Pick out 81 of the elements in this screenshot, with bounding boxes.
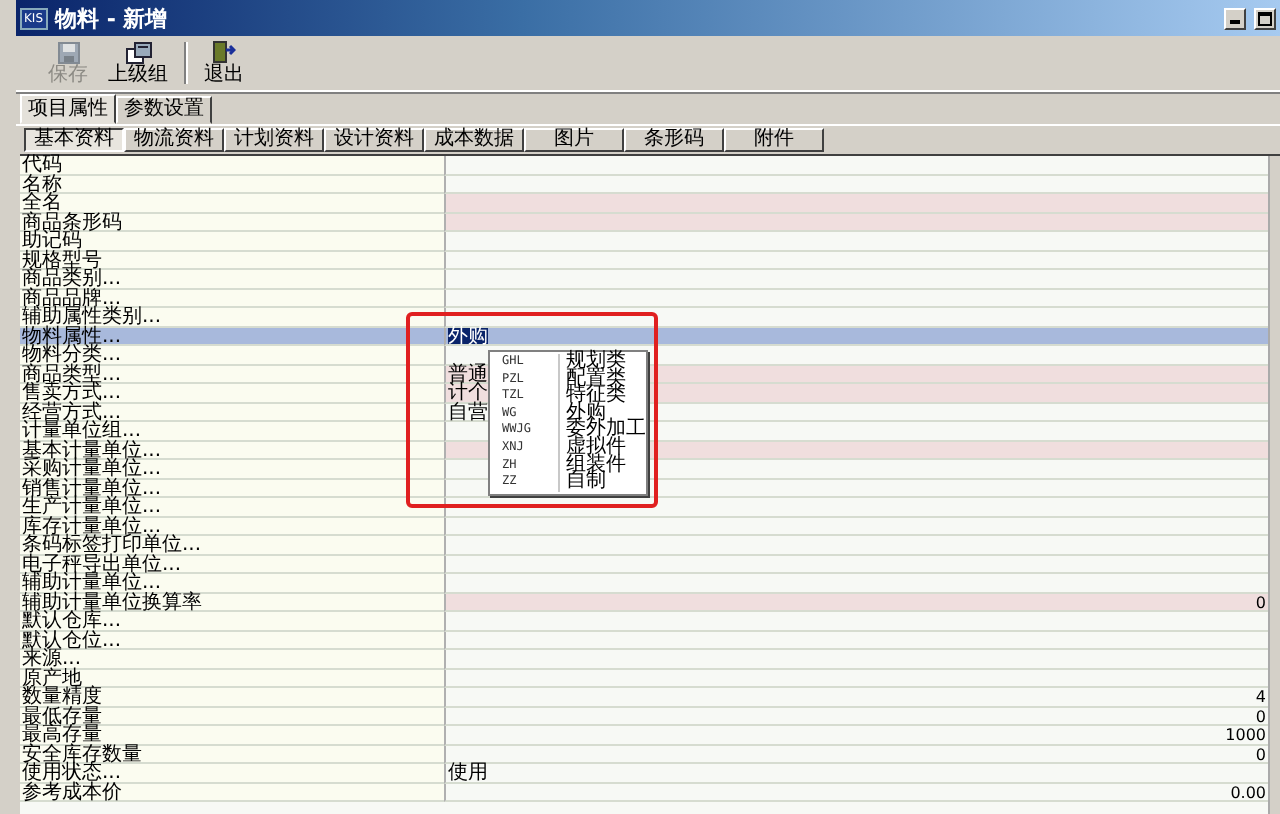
field-value[interactable] [444,650,1268,670]
minimize-button[interactable] [1224,7,1246,29]
field-label: 电子秤导出单位... [20,556,444,574]
toolbar-button[interactable]: 上级组 [104,36,172,90]
field-label: 名称 [20,176,444,194]
field-label: 库存计量单位... [20,518,444,536]
scrollbar[interactable] [1268,156,1280,814]
maximize-icon [1258,11,1272,25]
field-value[interactable]: 0.00 [444,784,1268,802]
toolbar-button[interactable]: 退出 [200,36,248,90]
option-name[interactable]: 组装件 [558,457,626,475]
field-label: 数量精度 [20,688,444,708]
field-label: 销售计量单位... [20,480,444,498]
tab[interactable]: 设计资料 [324,128,424,152]
field-label: 经营方式... [20,404,444,422]
field-label: 条码标签打印单位... [20,536,444,556]
field-value[interactable] [444,252,1268,270]
door-icon [212,40,236,64]
field-value[interactable] [444,632,1268,650]
field-label: 使用状态... [20,764,444,784]
option-name[interactable]: 自制 [558,474,606,492]
tab[interactable]: 项目属性 [20,94,116,124]
tab[interactable]: 附件 [724,128,824,152]
save-icon [57,41,79,63]
field-value[interactable]: 使用 [444,764,1268,784]
tab[interactable]: 计划资料 [224,128,324,152]
tab[interactable]: 条形码 [624,128,724,152]
field-value[interactable]: 0 [444,746,1268,764]
field-value[interactable] [444,556,1268,574]
field-value[interactable] [444,518,1268,536]
field-label: 商品条形码 [20,214,444,232]
field-value[interactable] [444,612,1268,632]
option-name[interactable]: 外购 [558,405,606,423]
field-label: 助记码 [20,232,444,252]
field-label: 辅助属性类别... [20,308,444,328]
field-value[interactable] [444,232,1268,252]
field-label: 商品品牌... [20,290,444,308]
field-label: 安全库存数量 [20,746,444,764]
field-label: 最高存量 [20,726,444,746]
option-name[interactable]: 特征类 [558,388,626,406]
field-label: 计量单位组... [20,422,444,442]
field-label: 辅助计量单位换算率 [20,594,444,612]
field-label: 全名 [20,194,444,214]
field-value[interactable] [444,670,1268,688]
field-label: 参考成本价 [20,784,444,802]
window-title: 物料 - 新增 [55,3,168,33]
folders-icon [125,41,151,63]
field-label: 售卖方式... [20,384,444,404]
field-label: 商品类型... [20,366,444,384]
field-value[interactable] [444,290,1268,308]
field-value[interactable] [444,214,1268,232]
tab[interactable]: 成本数据 [424,128,524,152]
field-label: 辅助计量单位... [20,574,444,594]
field-label: 默认仓位... [20,632,444,650]
field-value[interactable] [444,536,1268,556]
option-name[interactable]: 配置类 [558,371,626,389]
tab[interactable]: 基本资料 [24,128,124,152]
tab[interactable]: 图片 [524,128,624,152]
field-label: 物料属性... [20,328,444,346]
field-label: 基本计量单位... [20,442,444,460]
field-value[interactable]: 外购 [444,328,1268,346]
field-label: 采购计量单位... [20,460,444,480]
tab[interactable]: 参数设置 [116,96,212,124]
field-label: 商品类别... [20,270,444,290]
field-label: 物料分类... [20,346,444,366]
field-label: 代码 [20,156,444,176]
field-label: 来源... [20,650,444,670]
field-label: 原产地 [20,670,444,688]
field-value[interactable] [444,270,1268,290]
field-label: 默认仓库... [20,612,444,632]
field-label: 生产计量单位... [20,498,444,518]
maximize-button[interactable] [1254,7,1276,29]
field-value[interactable]: 0 [444,594,1268,612]
field-label: 规格型号 [20,252,444,270]
field-value[interactable]: 4 [444,688,1268,708]
field-value[interactable]: 1000 [444,726,1268,746]
field-value[interactable] [444,156,1268,176]
field-value[interactable] [444,194,1268,214]
field-value[interactable]: 0 [444,708,1268,726]
field-label: 最低存量 [20,708,444,726]
tab[interactable]: 物流资料 [124,128,224,152]
